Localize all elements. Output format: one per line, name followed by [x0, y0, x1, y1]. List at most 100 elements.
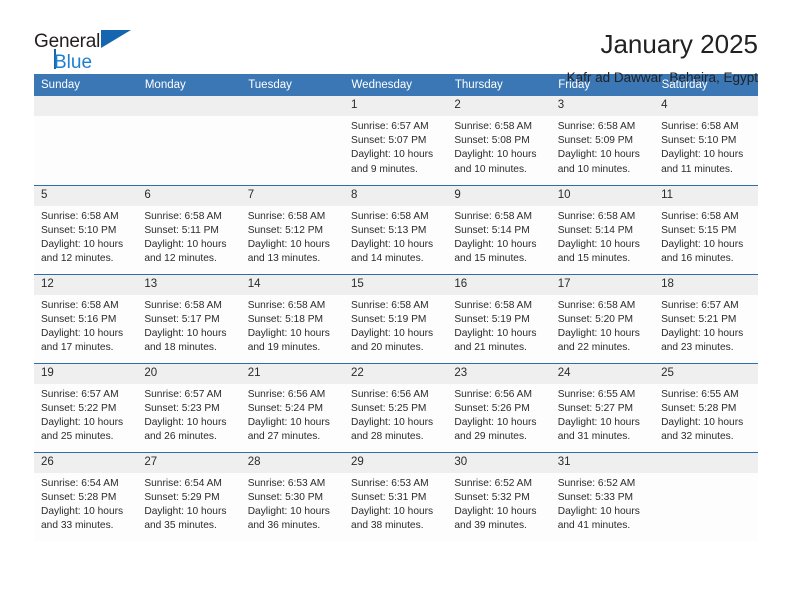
daylight-text-line1: Daylight: 10 hours [247, 416, 330, 428]
day-details: Sunrise: 6:58 AM Sunset: 5:19 PM Daylight:… [344, 295, 447, 356]
calendar-day-cell[interactable]: 28 Sunrise: 6:53 AM Sunset: 5:30 PM Dayligh… [240, 452, 345, 542]
day-cell-inner: 6 Sunrise: 6:58 AM Sunset: 5:11 PM Daylight… [137, 185, 241, 274]
day-number [654, 452, 758, 473]
logo-general-blue[interactable]: General Blue [34, 29, 144, 72]
day-cell-inner: 21 Sunrise: 6:56 AM Sunset: 5:24 PM Dayligh… [240, 363, 345, 452]
calendar-day-cell[interactable]: 12 Sunrise: 6:58 AM Sunset: 5:16 PM Dayligh… [34, 274, 138, 364]
calendar-day-cell[interactable]: 20 Sunrise: 6:57 AM Sunset: 5:23 PM Dayligh… [137, 363, 241, 453]
sunrise-text: Sunrise: 6:58 AM [661, 210, 739, 222]
daylight-text-line1: Daylight: 10 hours [454, 238, 537, 250]
daylight-text-line2: and 17 minutes. [41, 342, 114, 354]
daylight-text-line1: Daylight: 10 hours [557, 327, 640, 339]
calendar-day-cell[interactable]: 24 Sunrise: 6:55 AM Sunset: 5:27 PM Dayligh… [550, 363, 655, 453]
sunrise-text: Sunrise: 6:58 AM [661, 121, 739, 132]
calendar-day-cell[interactable]: 14 Sunrise: 6:58 AM Sunset: 5:18 PM Dayligh… [240, 274, 345, 364]
calendar-day-cell[interactable]: 29 Sunrise: 6:53 AM Sunset: 5:31 PM Dayligh… [344, 452, 448, 541]
calendar-day-cell[interactable]: 26 Sunrise: 6:54 AM Sunset: 5:28 PM Dayligh… [34, 452, 138, 541]
sunset-text: Sunset: 5:19 PM [351, 313, 427, 325]
weekday-header-sunday: Sunday [34, 74, 138, 96]
calendar-day-cell[interactable]: 22 Sunrise: 6:56 AM Sunset: 5:25 PM Dayligh… [344, 363, 448, 453]
calendar-day-cell[interactable]: 4 Sunrise: 6:58 AM Sunset: 5:10 PM Daylight… [654, 96, 758, 186]
day-number: 29 [344, 452, 448, 473]
calendar-day-cell[interactable]: 31 Sunrise: 6:52 AM Sunset: 5:33 PM Dayligh… [550, 452, 655, 542]
sunset-text: Sunset: 5:28 PM [661, 402, 737, 414]
sunrise-text: Sunrise: 6:56 AM [454, 388, 532, 400]
sunrise-text: Sunrise: 6:58 AM [454, 121, 532, 132]
calendar-week-row: 1 Sunrise: 6:57 AM Sunset: 5:07 PM Daylight… [34, 96, 758, 186]
page-header: General Blue January 2025 Kafr ad Dawwar… [34, 0, 758, 85]
sunset-text: Sunset: 5:10 PM [661, 135, 737, 147]
day-cell-inner: 12 Sunrise: 6:58 AM Sunset: 5:16 PM Dayligh… [34, 274, 138, 363]
calendar-day-cell[interactable]: 23 Sunrise: 6:56 AM Sunset: 5:26 PM Dayligh… [447, 363, 551, 453]
calendar-day-cell[interactable]: 7 Sunrise: 6:58 AM Sunset: 5:12 PM Daylight… [240, 185, 345, 275]
day-details: Sunrise: 6:58 AM Sunset: 5:17 PM Daylight:… [137, 295, 240, 356]
sunrise-text: Sunrise: 6:57 AM [144, 388, 222, 400]
calendar-day-cell[interactable]: 13 Sunrise: 6:58 AM Sunset: 5:17 PM Dayligh… [137, 274, 241, 364]
daylight-text-line1: Daylight: 10 hours [351, 238, 434, 250]
calendar-day-cell[interactable]: 2 Sunrise: 6:58 AM Sunset: 5:08 PM Daylight… [447, 96, 551, 186]
day-number: 2 [447, 96, 551, 116]
calendar-week-row: 12 Sunrise: 6:58 AM Sunset: 5:16 PM Dayligh… [34, 274, 758, 364]
daylight-text-line2: and 33 minutes. [41, 520, 114, 532]
daylight-text-line1: Daylight: 10 hours [557, 149, 640, 161]
day-cell-inner: 1 Sunrise: 6:57 AM Sunset: 5:07 PM Daylight… [344, 96, 448, 185]
daylight-text-line2: and 28 minutes. [351, 431, 424, 443]
sunset-text: Sunset: 5:25 PM [351, 402, 427, 414]
sunset-text: Sunset: 5:30 PM [247, 491, 324, 503]
day-number: 28 [240, 452, 345, 473]
sunset-text: Sunset: 5:24 PM [247, 402, 324, 414]
day-cell-inner: 4 Sunrise: 6:58 AM Sunset: 5:10 PM Daylight… [654, 96, 758, 185]
sunset-text: Sunset: 5:29 PM [144, 491, 220, 503]
sunrise-text: Sunrise: 6:52 AM [557, 477, 636, 489]
day-number: 14 [240, 274, 345, 295]
sunrise-text: Sunrise: 6:58 AM [557, 299, 636, 311]
sunrise-text: Sunrise: 6:58 AM [454, 210, 532, 222]
day-details: Sunrise: 6:58 AM Sunset: 5:15 PM Daylight:… [654, 206, 757, 267]
sunrise-text: Sunrise: 6:58 AM [144, 210, 222, 222]
sunset-text: Sunset: 5:22 PM [41, 402, 117, 414]
day-cell-inner: 13 Sunrise: 6:58 AM Sunset: 5:17 PM Dayligh… [137, 274, 241, 363]
calendar-day-cell[interactable]: 6 Sunrise: 6:58 AM Sunset: 5:11 PM Daylight… [137, 185, 241, 275]
calendar-day-cell[interactable]: 16 Sunrise: 6:58 AM Sunset: 5:19 PM Dayligh… [447, 274, 551, 364]
calendar-day-cell[interactable]: 18 Sunrise: 6:57 AM Sunset: 5:21 PM Dayligh… [654, 274, 758, 364]
calendar-day-cell[interactable]: 3 Sunrise: 6:58 AM Sunset: 5:09 PM Daylight… [550, 96, 655, 186]
daylight-text-line2: and 35 minutes. [144, 520, 217, 532]
daylight-text-line2: and 41 minutes. [557, 520, 631, 532]
day-details: Sunrise: 6:57 AM Sunset: 5:22 PM Daylight:… [34, 384, 137, 445]
calendar-day-cell[interactable]: 10 Sunrise: 6:58 AM Sunset: 5:14 PM Dayligh… [550, 185, 655, 275]
calendar-day-cell[interactable]: 8 Sunrise: 6:58 AM Sunset: 5:13 PM Daylight… [344, 185, 448, 275]
calendar-day-cell[interactable]: 5 Sunrise: 6:58 AM Sunset: 5:10 PM Daylight… [34, 185, 138, 275]
calendar-day-cell[interactable]: 9 Sunrise: 6:58 AM Sunset: 5:14 PM Daylight… [447, 185, 551, 275]
calendar-day-cell-empty [137, 96, 241, 186]
day-details: Sunrise: 6:56 AM Sunset: 5:25 PM Daylight:… [344, 384, 447, 445]
sunset-text: Sunset: 5:11 PM [144, 224, 219, 236]
calendar-day-cell[interactable]: 11 Sunrise: 6:58 AM Sunset: 5:15 PM Dayligh… [654, 185, 758, 275]
sunset-text: Sunset: 5:32 PM [454, 491, 530, 503]
calendar-week-row: 5 Sunrise: 6:58 AM Sunset: 5:10 PM Daylight… [34, 185, 758, 275]
daylight-text-line2: and 10 minutes. [557, 163, 631, 175]
sunrise-text: Sunrise: 6:54 AM [144, 477, 222, 489]
calendar-day-cell[interactable]: 19 Sunrise: 6:57 AM Sunset: 5:22 PM Dayligh… [34, 363, 138, 453]
calendar-day-cell[interactable]: 30 Sunrise: 6:52 AM Sunset: 5:32 PM Dayligh… [447, 452, 551, 541]
sunset-text: Sunset: 5:20 PM [557, 313, 634, 325]
daylight-text-line1: Daylight: 10 hours [247, 505, 330, 517]
daylight-text-line2: and 21 minutes. [454, 342, 527, 354]
calendar-day-cell[interactable]: 17 Sunrise: 6:58 AM Sunset: 5:20 PM Dayligh… [550, 274, 655, 364]
day-cell-inner: 28 Sunrise: 6:53 AM Sunset: 5:30 PM Dayligh… [240, 452, 345, 542]
calendar-day-cell[interactable]: 25 Sunrise: 6:55 AM Sunset: 5:28 PM Dayligh… [654, 363, 758, 453]
daylight-text-line1: Daylight: 10 hours [144, 327, 227, 339]
daylight-text-line2: and 18 minutes. [144, 342, 217, 354]
day-number: 16 [447, 274, 551, 295]
day-number: 21 [240, 363, 345, 384]
sunset-text: Sunset: 5:19 PM [454, 313, 530, 325]
calendar-day-cell[interactable]: 21 Sunrise: 6:56 AM Sunset: 5:24 PM Dayligh… [240, 363, 345, 453]
calendar-day-cell[interactable]: 1 Sunrise: 6:57 AM Sunset: 5:07 PM Daylight… [344, 96, 448, 186]
daylight-text-line1: Daylight: 10 hours [247, 327, 330, 339]
sunrise-text: Sunrise: 6:57 AM [41, 388, 119, 400]
day-number [34, 96, 138, 116]
calendar-day-cell[interactable]: 27 Sunrise: 6:54 AM Sunset: 5:29 PM Dayligh… [137, 452, 241, 541]
day-number: 5 [34, 185, 138, 206]
daylight-text-line2: and 14 minutes. [351, 253, 424, 265]
calendar-day-cell[interactable]: 15 Sunrise: 6:58 AM Sunset: 5:19 PM Dayligh… [344, 274, 448, 364]
day-cell-inner: 31 Sunrise: 6:52 AM Sunset: 5:33 PM Dayligh… [550, 452, 655, 542]
